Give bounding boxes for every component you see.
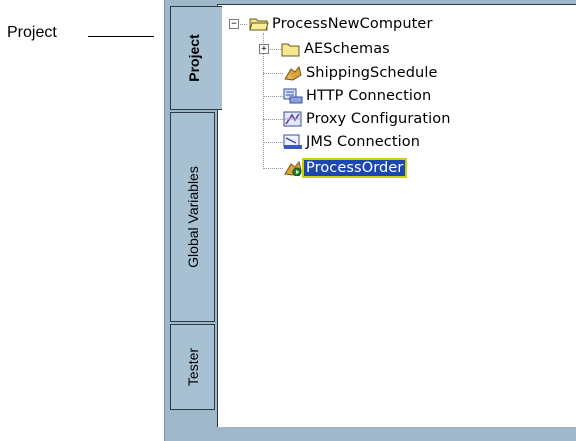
- tab-tester[interactable]: Tester: [170, 324, 215, 410]
- tree-node-shipping-schedule[interactable]: ShippingSchedule: [283, 62, 439, 84]
- tree-node-label: HTTP Connection: [306, 88, 432, 104]
- tree-node-proxy-configuration[interactable]: Proxy Configuration: [283, 108, 453, 130]
- project-tree[interactable]: − + ProcessNewComputer AESchemas Shippin…: [217, 4, 576, 427]
- folder-icon: [281, 41, 300, 57]
- tree-node-root[interactable]: ProcessNewComputer: [249, 13, 435, 35]
- http-connection-icon: [283, 88, 303, 104]
- callout-line: [88, 36, 154, 37]
- tree-node-label: ProcessNewComputer: [272, 16, 433, 32]
- tree-connector: [263, 142, 283, 143]
- callout-label: Project: [7, 24, 57, 41]
- tree-node-process-order[interactable]: ProcessOrder: [283, 157, 408, 179]
- tree-node-label: ProcessOrder: [301, 158, 408, 178]
- tree-connector: [263, 168, 283, 169]
- tree-connector: [238, 24, 247, 25]
- tree-node-aeschemas[interactable]: AESchemas: [281, 38, 392, 60]
- designer-panel: Project Global Variables Tester − + Proc…: [164, 0, 576, 441]
- panel-bottom-edge: [217, 427, 576, 441]
- expand-toggle[interactable]: +: [259, 44, 269, 54]
- open-folder-icon: [249, 16, 269, 32]
- tree-connector: [263, 96, 283, 97]
- tab-global-variables-label: Global Variables: [184, 166, 201, 268]
- tree-node-label: AESchemas: [304, 41, 390, 57]
- tab-tester-label: Tester: [184, 347, 201, 387]
- tab-project-label: Project: [186, 34, 202, 82]
- proxy-configuration-icon: [283, 111, 302, 127]
- tree-node-label: Proxy Configuration: [306, 111, 451, 127]
- screenshot-stage: Project Project Global Variables Tester …: [0, 0, 576, 441]
- tab-global-variables[interactable]: Global Variables: [170, 112, 215, 322]
- tab-project[interactable]: Project: [170, 6, 222, 110]
- tree-node-http-connection[interactable]: HTTP Connection: [283, 85, 433, 107]
- jms-connection-icon: [283, 134, 302, 150]
- tree-connector: [263, 73, 283, 74]
- collapse-toggle[interactable]: −: [229, 19, 239, 29]
- tree-node-jms-connection[interactable]: JMS Connection: [283, 131, 422, 153]
- tree-connector: [263, 119, 283, 120]
- schedule-icon: [283, 65, 302, 81]
- tree-node-label: JMS Connection: [306, 134, 421, 150]
- process-icon: [283, 160, 302, 177]
- tree-node-label: ShippingSchedule: [306, 65, 438, 81]
